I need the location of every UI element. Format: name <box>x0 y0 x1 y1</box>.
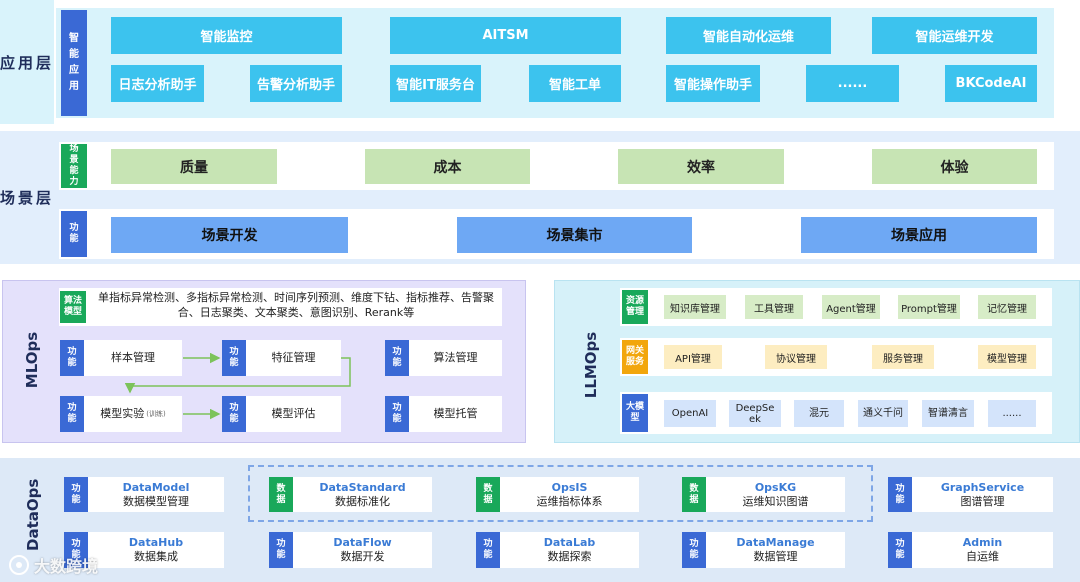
dataops-datalab-en: DataLab <box>543 536 596 549</box>
llmops-gateway-tag: 网关服务 <box>622 340 648 374</box>
dataops-opsis-cn: 运维指标体系 <box>536 494 603 508</box>
llmops-tool-mgmt[interactable]: 工具管理 <box>745 295 803 319</box>
dataops-r1-tag-3: 数据 <box>476 477 500 512</box>
dataops-graphservice-cn: 图谱管理 <box>960 494 1005 508</box>
dataops-datastandard-cn: 数据标准化 <box>335 494 390 508</box>
dataops-datahub-en: DataHub <box>128 536 184 549</box>
dataops-datamanage[interactable]: DataManage 数据管理 <box>706 532 845 568</box>
dataops-title: DataOps <box>24 478 42 551</box>
watermark-text: 大数跨境 <box>34 557 99 576</box>
dataops-opskg-cn: 运维知识图谱 <box>742 494 809 508</box>
dataops-admin-en: Admin <box>962 536 1003 549</box>
dataops-opsis[interactable]: OpsIS 运维指标体系 <box>500 477 639 512</box>
llmops-service-mgmt[interactable]: 服务管理 <box>872 345 934 369</box>
dataops-admin-cn: 自运维 <box>966 550 999 563</box>
dataops-r2-tag-3: 功能 <box>476 532 500 568</box>
llmops-model-more[interactable]: ...... <box>988 400 1036 427</box>
dataops-datamodel-en: DataModel <box>122 480 190 494</box>
dataops-dataflow[interactable]: DataFlow 数据开发 <box>293 532 432 568</box>
dataops-datalab-cn: 数据探索 <box>547 550 592 563</box>
llmops-model-tongyi[interactable]: 通义千问 <box>858 400 908 427</box>
dataops-opskg[interactable]: OpsKG 运维知识图谱 <box>706 477 845 512</box>
dataops-dataflow-en: DataFlow <box>333 536 392 549</box>
llmops-protocol-mgmt[interactable]: 协议管理 <box>765 345 827 369</box>
dataops-datahub-cn: 数据集成 <box>134 550 178 563</box>
dataops-r1-tag-4: 数据 <box>682 477 706 512</box>
llmops-resource-tag: 资源管理 <box>622 290 648 324</box>
dataops-r2-tag-4: 功能 <box>682 532 706 568</box>
dataops-datamodel[interactable]: DataModel 数据模型管理 <box>88 477 224 512</box>
dataops-datamanage-cn: 数据管理 <box>753 550 798 563</box>
llmops-model-zhipu[interactable]: 智谱清言 <box>922 400 974 427</box>
dataops-opskg-en: OpsKG <box>754 480 797 494</box>
llmops-prompt-mgmt[interactable]: Prompt管理 <box>898 295 960 319</box>
llmops-memory-mgmt[interactable]: 记忆管理 <box>978 295 1036 319</box>
dataops-opsis-en: OpsIS <box>551 480 588 494</box>
llmops-model-deepseek[interactable]: DeepSeek <box>729 400 781 427</box>
llmops-agent-mgmt[interactable]: Agent管理 <box>822 295 880 319</box>
dataops-graphservice-en: GraphService <box>940 480 1025 494</box>
dataops-r2-tag-5: 功能 <box>888 532 912 568</box>
dataops-r1-tag-2: 数据 <box>269 477 293 512</box>
llmops-api-mgmt[interactable]: API管理 <box>664 345 722 369</box>
dataops-dataflow-cn: 数据开发 <box>340 550 385 563</box>
dataops-admin[interactable]: Admin 自运维 <box>912 532 1053 568</box>
dataops-datalab[interactable]: DataLab 数据探索 <box>500 532 639 568</box>
watermark: 大数跨境 <box>8 552 98 578</box>
llmops-kb-mgmt[interactable]: 知识库管理 <box>664 295 726 319</box>
dataops-graphservice[interactable]: GraphService 图谱管理 <box>912 477 1053 512</box>
dataops-datastandard[interactable]: DataStandard 数据标准化 <box>293 477 432 512</box>
dataops-r2-tag-2: 功能 <box>269 532 293 568</box>
dataops-r1-tag-5: 功能 <box>888 477 912 512</box>
dataops-r1-tag-1: 功能 <box>64 477 88 512</box>
watermark-logo-icon <box>9 555 29 575</box>
llmops-model-openai[interactable]: OpenAI <box>664 400 716 427</box>
dataops-datastandard-en: DataStandard <box>319 480 406 494</box>
llmops-model-hunyuan[interactable]: 混元 <box>794 400 844 427</box>
dataops-datahub[interactable]: DataHub 数据集成 <box>88 532 224 568</box>
dataops-datamodel-cn: 数据模型管理 <box>123 494 189 508</box>
llmops-model-mgmt[interactable]: 模型管理 <box>978 345 1036 369</box>
llmops-model-tag: 大模型 <box>622 394 648 432</box>
dataops-datamanage-en: DataManage <box>736 536 815 549</box>
llmops-title: LLMOps <box>582 331 600 399</box>
